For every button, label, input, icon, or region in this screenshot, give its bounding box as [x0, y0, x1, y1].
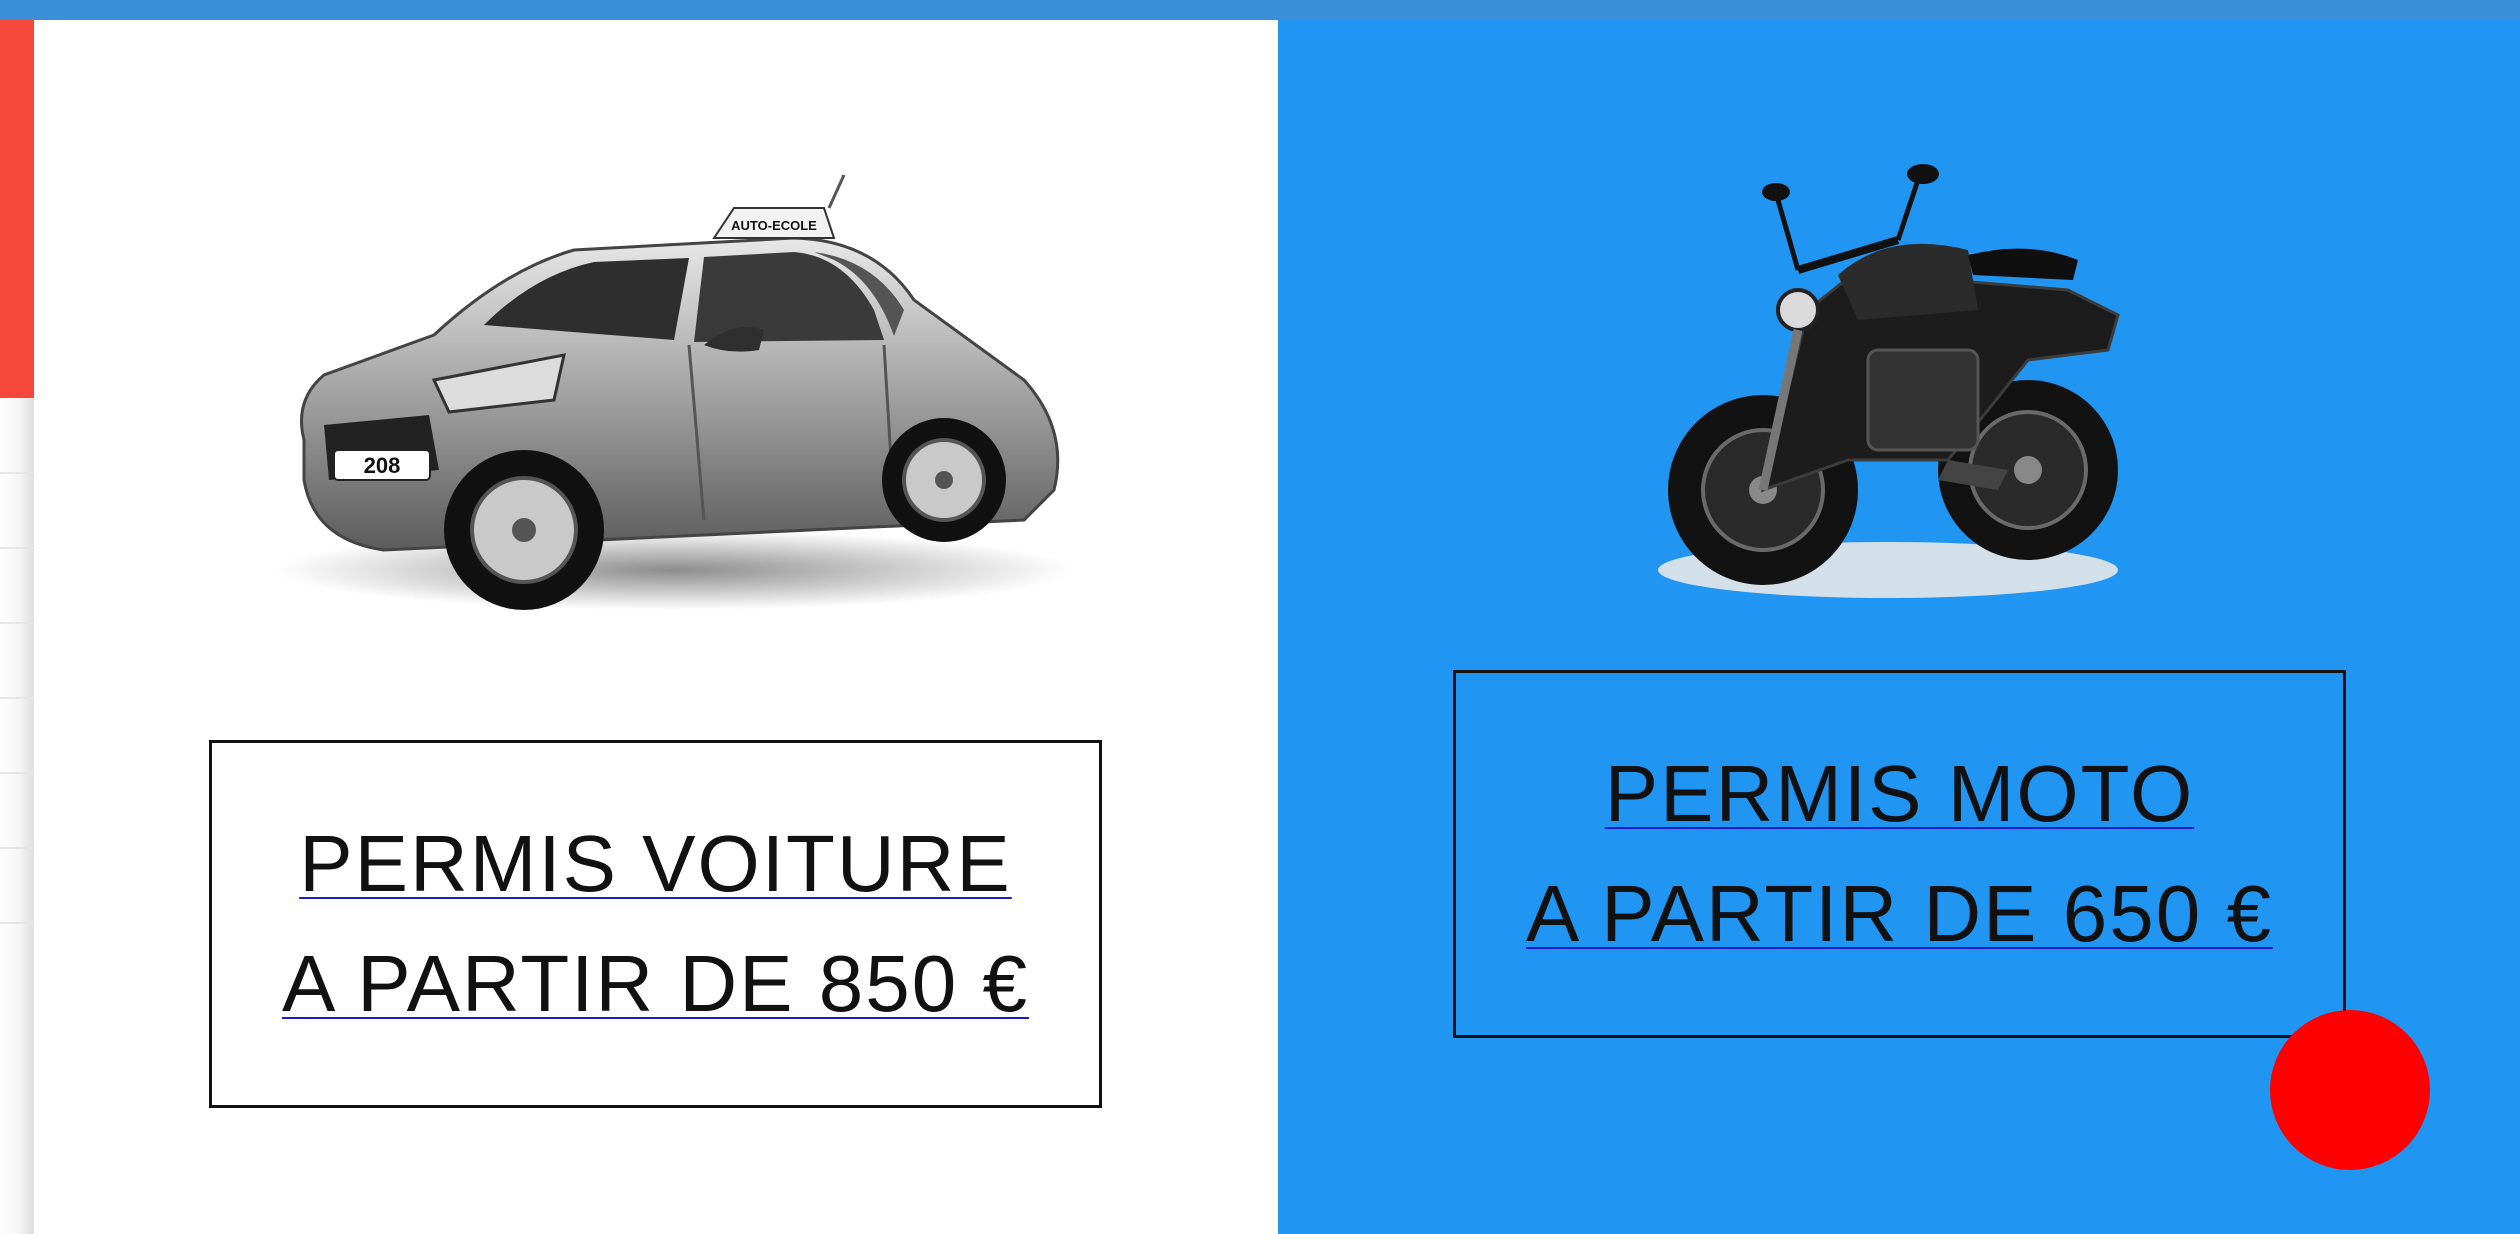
gutter-divider	[0, 547, 34, 549]
moto-license-title-link[interactable]: PERMIS MOTO	[1605, 734, 2194, 854]
moto-license-price-link[interactable]: A PARTIR DE 650 €	[1526, 854, 2273, 974]
gutter-divider	[0, 472, 34, 474]
car-roof-sign-text: AUTO-ECOLE	[731, 218, 817, 233]
car-license-panel: 208 AUTO-ECOLE PERMIS VOITURE A PARTIR D…	[34, 20, 1278, 1234]
gutter-divider	[0, 922, 34, 924]
gutter-divider	[0, 847, 34, 849]
motorcycle-image	[1658, 164, 2120, 598]
gutter-divider	[0, 772, 34, 774]
car-image: 208 AUTO-ECOLE	[274, 174, 1074, 610]
car-license-title-link[interactable]: PERMIS VOITURE	[299, 804, 1012, 924]
car-license-price-link[interactable]: A PARTIR DE 850 €	[282, 924, 1029, 1044]
gutter-divider	[0, 622, 34, 624]
car-plate-text: 208	[364, 453, 401, 478]
top-color-strip	[0, 0, 2520, 20]
car-license-offer-box: PERMIS VOITURE A PARTIR DE 850 €	[209, 740, 1102, 1108]
left-sidebar-edge	[0, 20, 34, 1234]
red-circle-button[interactable]	[2270, 1010, 2430, 1170]
moto-license-offer-box: PERMIS MOTO A PARTIR DE 650 €	[1453, 670, 2346, 1038]
left-accent-bar	[0, 20, 34, 398]
gutter-divider	[0, 697, 34, 699]
